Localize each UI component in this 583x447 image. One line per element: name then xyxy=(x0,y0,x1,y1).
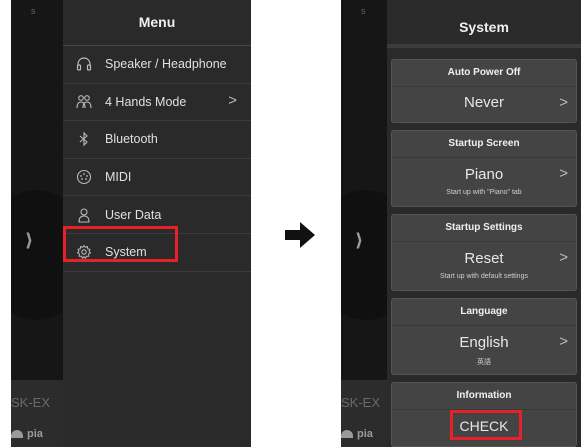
auto-power-off-setting[interactable]: Auto Power Off Never > xyxy=(391,59,577,123)
system-screen: s ⟩⟩ SK-EX pia System Auto Power Off Nev… xyxy=(341,0,581,447)
menu-item-label: 4 Hands Mode xyxy=(105,94,187,109)
menu-screen: s ⟩⟩ SK-EX pia Menu Speaker / Headphone … xyxy=(11,0,251,447)
background-model-label: SK-EX xyxy=(11,395,51,410)
divider xyxy=(392,241,576,242)
setting-value: English xyxy=(459,334,509,351)
background-tab-label: pia xyxy=(27,428,43,440)
background-tab-label: pia xyxy=(357,428,373,440)
background-piano xyxy=(11,0,91,447)
background-model-label: SK-EX xyxy=(341,395,381,410)
menu-item-speaker-headphone[interactable]: Speaker / Headphone xyxy=(63,46,251,84)
chevron-right-icon: > xyxy=(559,249,568,266)
expand-chevrons-icon[interactable]: ⟩⟩ xyxy=(355,230,363,251)
background-top-mark: s xyxy=(361,6,366,16)
expand-chevrons-icon[interactable]: ⟩⟩ xyxy=(25,230,33,251)
setting-title: Startup Screen xyxy=(448,138,520,149)
menu-item-4-hands-mode[interactable]: 4 Hands Mode > xyxy=(63,84,251,122)
chevron-right-icon: > xyxy=(559,165,568,182)
setting-value: Never xyxy=(463,94,504,111)
divider xyxy=(392,325,576,326)
setting-description: 英語 xyxy=(477,359,491,366)
user-icon xyxy=(75,206,93,224)
startup-settings-setting[interactable]: Startup Settings Reset Start up with def… xyxy=(391,214,577,291)
midi-icon xyxy=(75,168,93,186)
setting-title: Startup Settings xyxy=(445,222,523,233)
background-tab[interactable]: pia xyxy=(341,428,373,440)
setting-title: Information xyxy=(456,390,512,401)
setting-description: Start up with "Piano" tab xyxy=(446,189,522,196)
piano-tab-icon xyxy=(11,430,23,439)
chevron-right-icon: > xyxy=(228,91,237,109)
divider xyxy=(392,157,576,158)
menu-item-label: MIDI xyxy=(105,170,132,185)
setting-value: Reset xyxy=(464,250,504,267)
chevron-right-icon: > xyxy=(559,94,568,111)
setting-title: Auto Power Off xyxy=(447,67,521,78)
language-setting[interactable]: Language English 英語 > xyxy=(391,298,577,375)
setting-title: Language xyxy=(460,306,508,317)
menu-item-label: User Data xyxy=(105,207,162,222)
chevron-right-icon: > xyxy=(559,333,568,350)
startup-screen-setting[interactable]: Startup Screen Piano Start up with "Pian… xyxy=(391,130,577,207)
system-highlight-box xyxy=(63,226,178,262)
menu-item-label: Speaker / Headphone xyxy=(105,57,227,72)
menu-item-bluetooth[interactable]: Bluetooth xyxy=(63,121,251,159)
menu-item-label: Bluetooth xyxy=(105,132,158,147)
bluetooth-icon xyxy=(75,130,93,148)
four-hands-icon xyxy=(75,93,93,111)
menu-panel: Menu Speaker / Headphone 4 Hands Mode > … xyxy=(63,0,251,447)
system-title: System xyxy=(387,0,581,48)
transition-arrow-icon xyxy=(285,222,315,248)
setting-value: Piano xyxy=(464,166,504,183)
piano-tab-icon xyxy=(341,430,353,439)
check-highlight-box xyxy=(450,410,522,440)
divider xyxy=(392,86,576,87)
menu-item-midi[interactable]: MIDI xyxy=(63,159,251,197)
background-top-mark: s xyxy=(31,6,36,16)
headphone-icon xyxy=(75,55,93,73)
system-panel: System Auto Power Off Never > Startup Sc… xyxy=(387,0,581,447)
menu-title: Menu xyxy=(63,0,251,46)
background-tab[interactable]: pia xyxy=(11,428,43,440)
setting-description: Start up with default settings xyxy=(440,273,528,280)
